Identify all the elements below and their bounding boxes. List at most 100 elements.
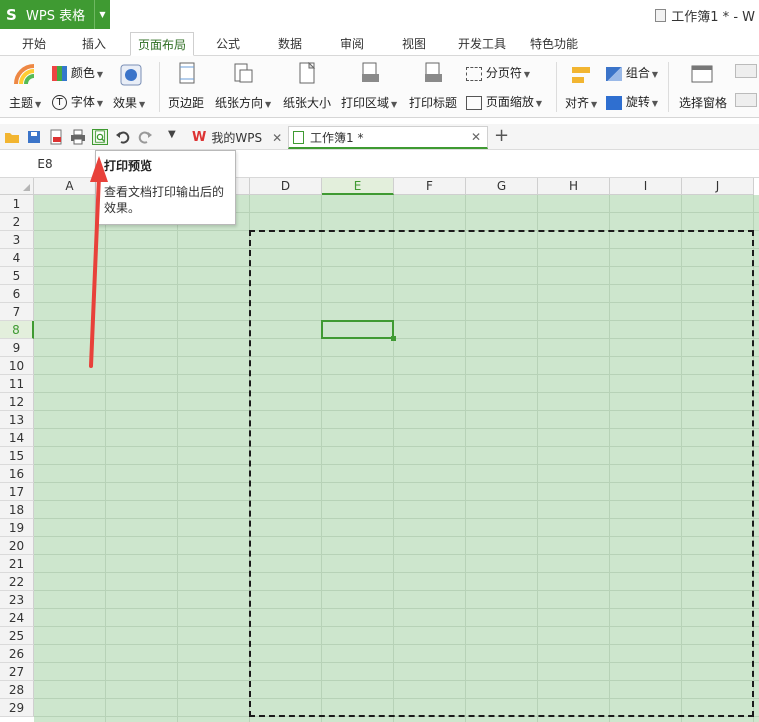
window-title-text: 工作簿1 * - W (671, 10, 755, 25)
name-box[interactable]: E8 (0, 154, 90, 174)
doc-tab-my-wps[interactable]: W 我的WPS ✕ (188, 126, 288, 149)
row-header-4[interactable]: 4 (0, 249, 34, 267)
row-header-27[interactable]: 27 (0, 663, 34, 681)
row-header-18[interactable]: 18 (0, 501, 34, 519)
tab-developer[interactable]: 开发工具 (452, 32, 512, 56)
tab-review[interactable]: 审阅 (332, 32, 372, 56)
row-header-13[interactable]: 13 (0, 411, 34, 429)
colors-button[interactable]: 颜色 ▼ (52, 64, 103, 81)
page-zoom-button[interactable]: 页面缩放 ▼ (466, 93, 542, 110)
select-all-corner[interactable] (0, 178, 34, 195)
column-header-d[interactable]: D (250, 178, 322, 195)
row-header-15[interactable]: 15 (0, 447, 34, 465)
column-header-g[interactable]: G (466, 178, 538, 195)
row-header-14[interactable]: 14 (0, 429, 34, 447)
column-header-h[interactable]: H (538, 178, 610, 195)
orientation-button[interactable]: 纸张方向 ▼ (215, 94, 271, 111)
new-tab-plus-icon[interactable]: + (494, 125, 509, 146)
spreadsheet-grid[interactable]: ABCDEFGHIJ 12345678910111213141516171819… (0, 178, 759, 722)
rotate-button[interactable]: 旋转 ▼ (606, 93, 658, 110)
print-area-button[interactable]: 打印区域 ▼ (341, 94, 397, 111)
row-header-22[interactable]: 22 (0, 573, 34, 591)
selection-pane-icon (691, 65, 713, 83)
spreadsheet-icon (293, 130, 304, 144)
row-header-20[interactable]: 20 (0, 537, 34, 555)
theme-button[interactable]: 主题 ▼ (9, 94, 41, 111)
fonts-button[interactable]: T 字体 ▼ (52, 93, 103, 110)
column-header-i[interactable]: I (610, 178, 682, 195)
row-header-16[interactable]: 16 (0, 465, 34, 483)
print-icon[interactable] (70, 129, 86, 145)
group-button[interactable]: 组合 ▼ (606, 64, 658, 81)
row-header-11[interactable]: 11 (0, 375, 34, 393)
rotate-icon (606, 95, 622, 110)
redo-icon[interactable] (137, 129, 153, 145)
tab-home[interactable]: 开始 (14, 32, 54, 56)
row-header-5[interactable]: 5 (0, 267, 34, 285)
row-header-26[interactable]: 26 (0, 645, 34, 663)
print-titles-icon (425, 62, 442, 82)
row-header-23[interactable]: 23 (0, 591, 34, 609)
row-header-21[interactable]: 21 (0, 555, 34, 573)
row-header-3[interactable]: 3 (0, 231, 34, 249)
column-header-j[interactable]: J (682, 178, 754, 195)
column-header-f[interactable]: F (394, 178, 466, 195)
row-header-2[interactable]: 2 (0, 213, 34, 231)
row-header-12[interactable]: 12 (0, 393, 34, 411)
tab-data[interactable]: 数据 (270, 32, 310, 56)
document-icon (655, 9, 667, 22)
margins-button[interactable]: 页边距 (168, 94, 204, 111)
print-preview-icon[interactable] (92, 129, 108, 145)
window-title: 工作簿1 * - W (655, 6, 755, 25)
row-header-8[interactable]: 8 (0, 321, 34, 339)
paper-size-button[interactable]: 纸张大小 (283, 94, 331, 111)
undo-icon[interactable] (115, 129, 131, 145)
send-backward-icon[interactable] (735, 93, 757, 107)
page-break-button[interactable]: 分页符 ▼ (466, 64, 530, 81)
app-menu-button[interactable]: S WPS 表格 ▼ (0, 0, 110, 29)
tab-insert[interactable]: 插入 (74, 32, 114, 56)
row-header-7[interactable]: 7 (0, 303, 34, 321)
open-folder-icon[interactable] (4, 129, 20, 145)
print-titles-button[interactable]: 打印标题 (409, 94, 457, 111)
active-cell-e8[interactable] (321, 320, 396, 341)
bring-forward-icon[interactable] (735, 64, 757, 78)
align-button[interactable]: 对齐 ▼ (565, 94, 597, 111)
page-zoom-icon (466, 95, 482, 110)
orientation-icon (234, 63, 253, 83)
divider (668, 62, 669, 112)
row-header-1[interactable]: 1 (0, 195, 34, 213)
row-header-6[interactable]: 6 (0, 285, 34, 303)
row-header-28[interactable]: 28 (0, 681, 34, 699)
theme-icon (14, 64, 35, 85)
row-header-25[interactable]: 25 (0, 627, 34, 645)
close-icon[interactable]: ✕ (471, 130, 481, 144)
tab-page-layout[interactable]: 页面布局 (130, 32, 194, 56)
ribbon-tabs: 开始 插入 页面布局 公式 数据 审阅 视图 开发工具 特色功能 (0, 29, 759, 56)
print-area-icon (362, 62, 379, 82)
tab-special[interactable]: 特色功能 (524, 32, 584, 56)
effects-button[interactable]: 效果 ▼ (113, 94, 145, 111)
doc-tab-workbook1[interactable]: 工作簿1 * ✕ (288, 126, 488, 149)
app-name: WPS 表格 (26, 9, 86, 24)
row-header-10[interactable]: 10 (0, 357, 34, 375)
column-header-e[interactable]: E (322, 178, 394, 195)
row-header-17[interactable]: 17 (0, 483, 34, 501)
customize-toolbar-dropdown[interactable]: ▼ (168, 129, 176, 140)
print-area-outline (249, 230, 754, 717)
row-header-19[interactable]: 19 (0, 519, 34, 537)
divider (159, 62, 160, 112)
tab-formulas[interactable]: 公式 (208, 32, 248, 56)
row-header-29[interactable]: 29 (0, 699, 34, 717)
export-pdf-icon[interactable] (48, 129, 64, 145)
tab-view[interactable]: 视图 (394, 32, 434, 56)
chevron-down-icon[interactable]: ▼ (94, 0, 110, 29)
save-icon[interactable] (26, 129, 42, 145)
quick-access-toolbar: ▼ W 我的WPS ✕ 工作簿1 * ✕ + (0, 124, 759, 150)
palette-icon (52, 66, 67, 81)
paper-size-icon (299, 62, 316, 84)
row-header-24[interactable]: 24 (0, 609, 34, 627)
close-icon[interactable]: ✕ (272, 131, 282, 145)
selection-pane-button[interactable]: 选择窗格 (679, 94, 727, 111)
row-header-9[interactable]: 9 (0, 339, 34, 357)
